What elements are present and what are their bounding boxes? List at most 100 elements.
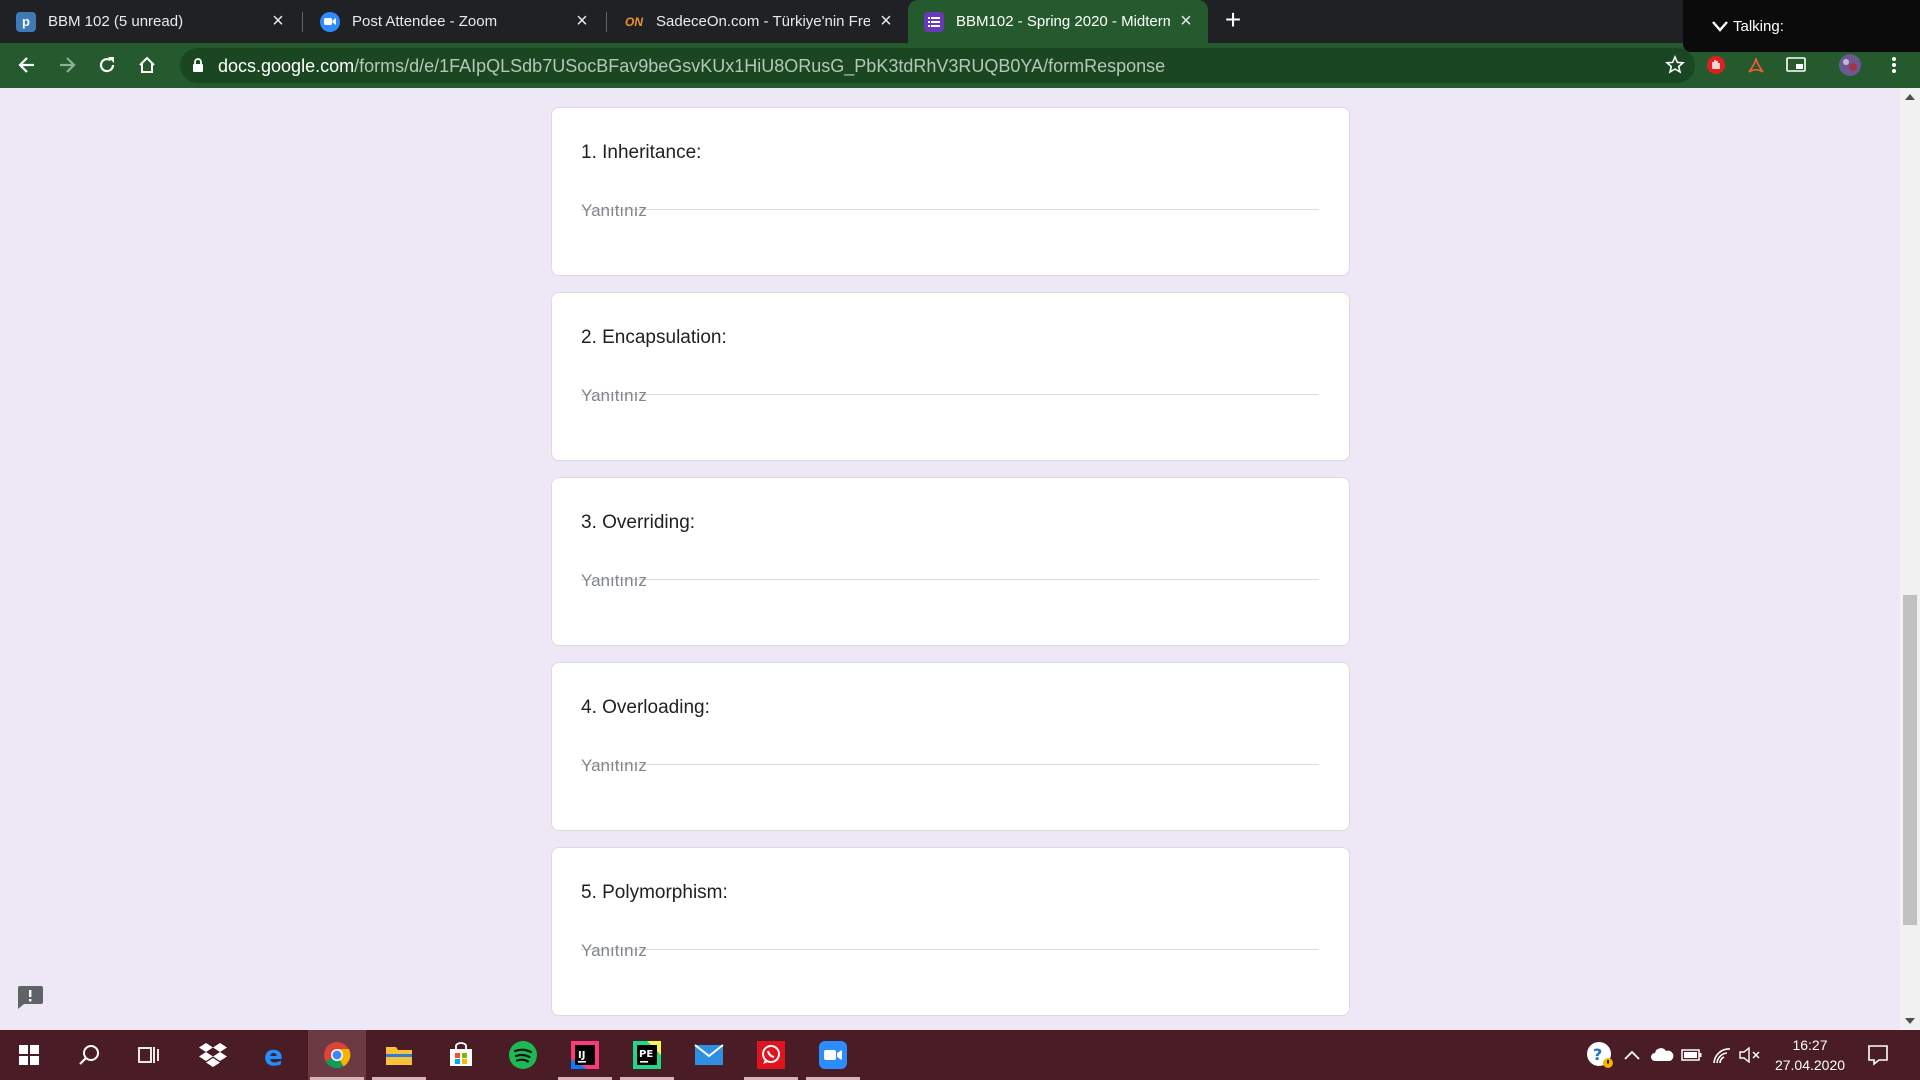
- help-tray-icon[interactable]: ?: [1586, 1041, 1614, 1069]
- tab-title: BBM 102 (5 unread): [48, 13, 184, 30]
- taskbar-search-button[interactable]: [60, 1030, 118, 1080]
- answer-input[interactable]: [581, 566, 1319, 596]
- taskbar-app-edge[interactable]: e: [246, 1030, 304, 1080]
- answer-input[interactable]: [581, 751, 1319, 781]
- taskbar-app-whatsapp[interactable]: [742, 1030, 800, 1080]
- task-view-icon: [138, 1047, 159, 1063]
- feedback-icon[interactable]: [16, 984, 44, 1010]
- profile-avatar[interactable]: [1838, 53, 1862, 77]
- mail-icon: [694, 1044, 724, 1065]
- zoom-icon: [320, 11, 340, 32]
- taskbar-app-intellij[interactable]: IJ: [556, 1030, 614, 1080]
- question-card: 5. Polymorphism:: [551, 847, 1350, 1016]
- battery-icon[interactable]: [1680, 1043, 1704, 1067]
- url-domain: docs.google.com: [218, 56, 355, 76]
- taskbar-app-file-explorer[interactable]: [370, 1030, 428, 1080]
- form-page: 1. Inheritance: 2. Encapsulation: 3. Ove…: [0, 88, 1900, 1030]
- question-card: 2. Encapsulation:: [551, 292, 1350, 461]
- chrome-icon: [324, 1042, 351, 1069]
- search-icon: [79, 1045, 99, 1065]
- close-icon[interactable]: ×: [876, 10, 896, 32]
- svg-text:PE: PE: [639, 1049, 653, 1060]
- chevron-up-icon[interactable]: [1620, 1043, 1644, 1067]
- chevron-down-icon[interactable]: [1711, 17, 1729, 35]
- new-tab-button[interactable]: +: [1218, 6, 1248, 36]
- taskbar-app-pycharm[interactable]: PE: [618, 1030, 676, 1080]
- menu-kebab-icon[interactable]: [1882, 53, 1906, 77]
- address-bar[interactable]: docs.google.com/forms/d/e/1FAIpQLSdb7USo…: [180, 48, 1695, 83]
- answer-input[interactable]: [581, 196, 1319, 226]
- answer-line: [581, 196, 1319, 226]
- start-button[interactable]: [0, 1030, 58, 1080]
- clock-time: 16:27: [1792, 1037, 1828, 1053]
- arrow-left-icon: [18, 57, 34, 73]
- url-path: /forms/d/e/1FAIpQLSdb7USocBFav9beGsvKUx1…: [354, 56, 1166, 76]
- action-center-icon[interactable]: [1866, 1043, 1890, 1067]
- scroll-down-arrow-icon[interactable]: [1905, 1018, 1915, 1024]
- forward-button[interactable]: [51, 49, 83, 81]
- taskbar-app-dropbox[interactable]: [184, 1030, 242, 1080]
- tab-sadeceon[interactable]: ON SadeceOn.com - Türkiye'nin Free ×: [608, 0, 908, 43]
- scroll-up-arrow-icon[interactable]: [1905, 94, 1915, 100]
- answer-line: [581, 381, 1319, 411]
- tab-zoom[interactable]: Post Attendee - Zoom ×: [304, 0, 604, 43]
- file-explorer-icon: [386, 1047, 412, 1065]
- lock-icon[interactable]: [190, 57, 206, 73]
- tab-title: SadeceOn.com - Türkiye'nin Free: [656, 13, 870, 30]
- back-button[interactable]: [11, 49, 43, 81]
- browser-toolbar: docs.google.com/forms/d/e/1FAIpQLSdb7USo…: [0, 43, 1920, 88]
- piazza-icon: p: [16, 11, 36, 32]
- taskbar-app-spotify[interactable]: [494, 1030, 552, 1080]
- question-label: 1. Inheritance:: [581, 142, 702, 163]
- question-label: 3. Overriding:: [581, 512, 696, 533]
- extension-stop-icon[interactable]: [1704, 53, 1728, 77]
- zoom-icon: [819, 1041, 847, 1069]
- answer-line: [581, 751, 1319, 781]
- svg-text:?: ?: [1593, 1045, 1602, 1064]
- svg-text:e: e: [264, 1041, 283, 1069]
- taskbar-clock[interactable]: 16:27 27.04.2020: [1768, 1035, 1852, 1075]
- tab-title: BBM102 - Spring 2020 - Midterm: [956, 13, 1170, 30]
- onedrive-tray-icon[interactable]: [1650, 1043, 1674, 1067]
- tab-piazza[interactable]: p BBM 102 (5 unread) ×: [0, 0, 300, 43]
- taskbar-app-chrome[interactable]: [308, 1030, 366, 1080]
- store-icon: [450, 1042, 472, 1066]
- bookmark-star-icon[interactable]: [1665, 55, 1685, 75]
- page-scrollbar[interactable]: [1900, 88, 1920, 1030]
- close-icon[interactable]: ×: [572, 10, 592, 32]
- spotify-icon: [509, 1041, 537, 1069]
- taskbar-app-store[interactable]: [432, 1030, 490, 1080]
- reload-icon: [99, 57, 115, 73]
- intellij-icon: IJ: [571, 1041, 599, 1069]
- arrow-right-icon: [60, 57, 76, 73]
- cast-extension-icon[interactable]: [1784, 53, 1808, 77]
- whatsapp-icon: [757, 1041, 785, 1069]
- task-view-button[interactable]: [120, 1030, 178, 1080]
- answer-line: [581, 936, 1319, 966]
- question-label: 4. Overloading:: [581, 697, 710, 718]
- close-icon[interactable]: ×: [268, 10, 288, 32]
- taskbar-app-mail[interactable]: [680, 1030, 738, 1080]
- home-icon: [139, 56, 155, 73]
- scrollbar-thumb[interactable]: [1903, 595, 1917, 925]
- dropbox-icon: [199, 1043, 227, 1067]
- google-forms-icon: [924, 11, 944, 32]
- question-card: 1. Inheritance:: [551, 107, 1350, 276]
- svg-text:IJ: IJ: [578, 1050, 585, 1061]
- reload-button[interactable]: [91, 49, 123, 81]
- close-icon[interactable]: ×: [1176, 10, 1196, 32]
- answer-input[interactable]: [581, 936, 1319, 966]
- pdf-extension-icon[interactable]: [1744, 53, 1768, 77]
- tab-title: Post Attendee - Zoom: [352, 13, 498, 30]
- home-button[interactable]: [131, 49, 163, 81]
- answer-input[interactable]: [581, 381, 1319, 411]
- wifi-icon[interactable]: [1710, 1043, 1734, 1067]
- tab-google-forms[interactable]: BBM102 - Spring 2020 - Midterm ×: [908, 0, 1208, 43]
- windows-taskbar: e IJ PE ? 16:27 27.04.2020: [0, 1030, 1920, 1080]
- url-text[interactable]: docs.google.com/forms/d/e/1FAIpQLSdb7USo…: [218, 56, 1165, 77]
- tab-strip: p BBM 102 (5 unread) × Post Attendee - Z…: [0, 0, 1920, 43]
- pycharm-icon: PE: [633, 1041, 661, 1069]
- zoom-talking-indicator[interactable]: Talking:: [1683, 0, 1920, 52]
- taskbar-app-zoom[interactable]: [804, 1030, 862, 1080]
- volume-muted-icon[interactable]: [1738, 1043, 1762, 1067]
